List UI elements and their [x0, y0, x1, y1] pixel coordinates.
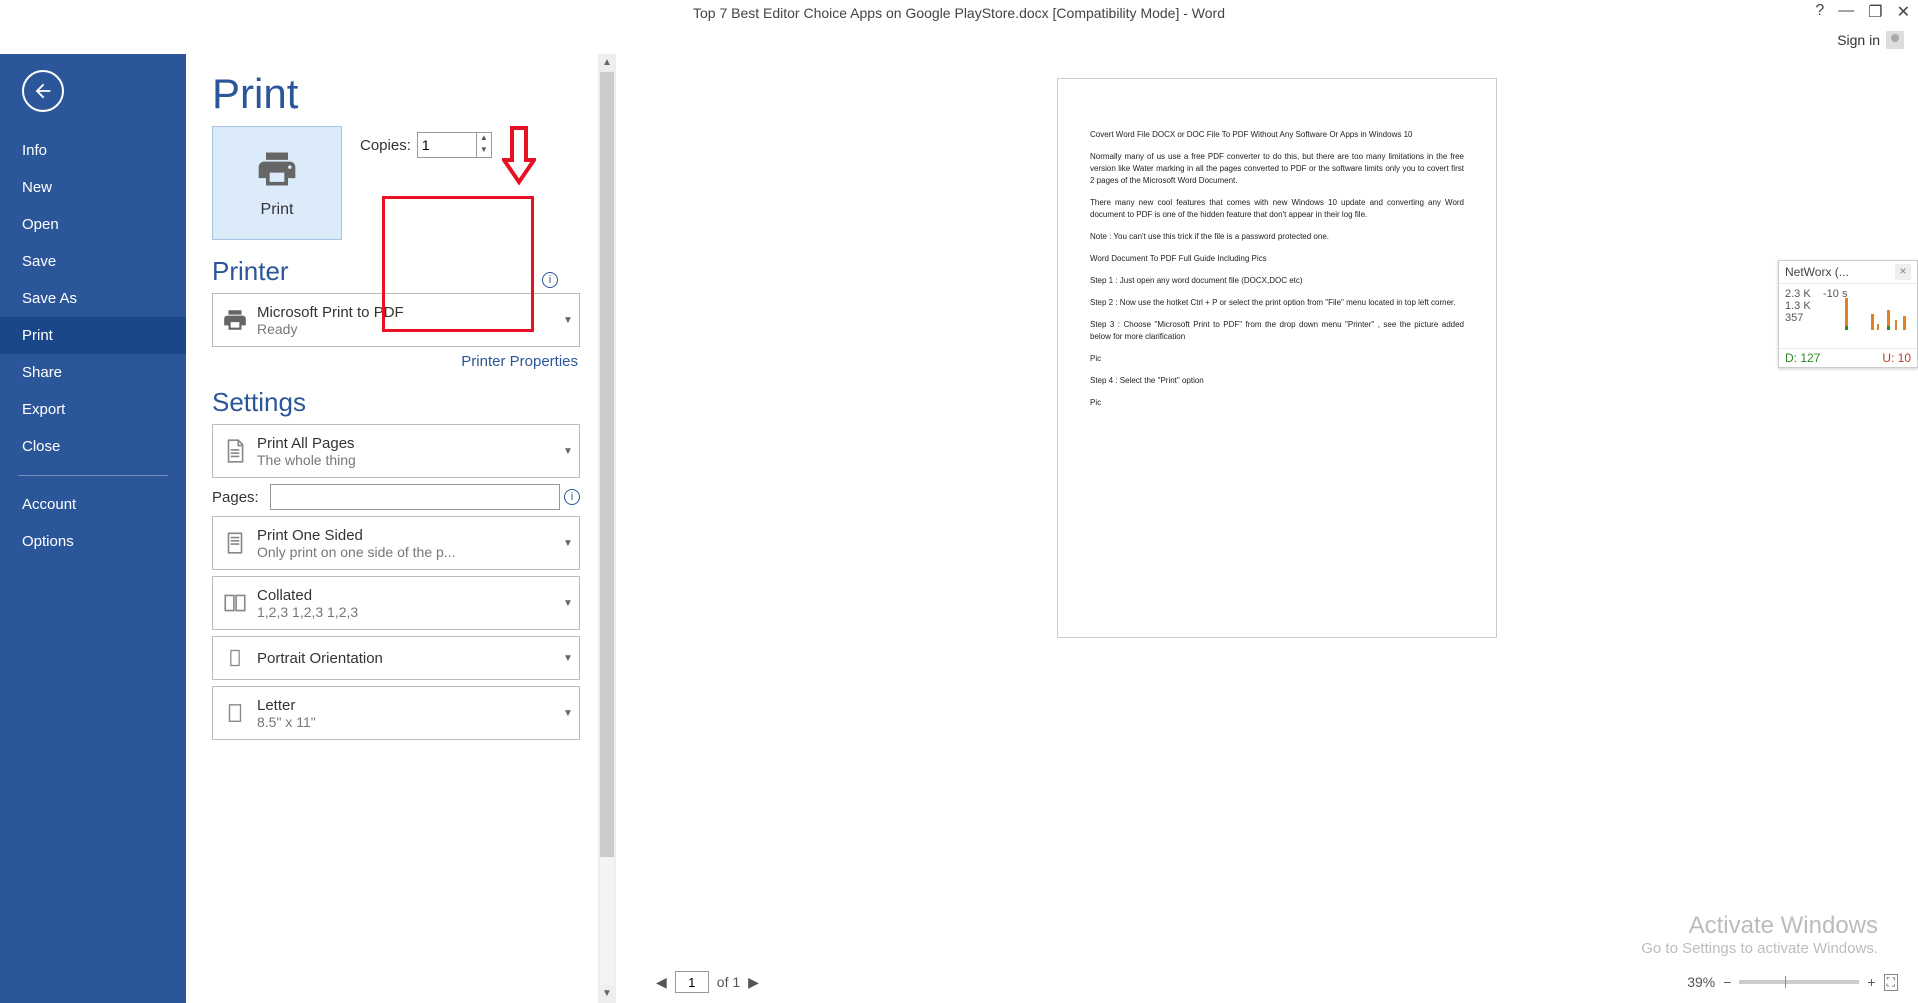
current-page-input[interactable] — [675, 971, 709, 993]
backstage-sidebar: Info New Open Save Save As Print Share E… — [0, 54, 186, 1003]
document-icon — [222, 436, 248, 466]
chevron-down-icon: ▼ — [557, 315, 579, 326]
paper-size-icon — [224, 699, 246, 727]
print-button-label: Print — [261, 201, 294, 219]
back-button[interactable] — [22, 70, 64, 112]
printer-selector[interactable]: Microsoft Print to PDF Ready ▼ — [212, 293, 580, 347]
sign-in-link[interactable]: Sign in — [1837, 32, 1880, 48]
close-icon[interactable]: ✕ — [1897, 2, 1910, 22]
networx-graph-icon — [1843, 290, 1913, 330]
print-button[interactable]: Print — [212, 126, 342, 240]
copies-label: Copies: — [360, 137, 411, 154]
print-options-panel: Print Print Copies: ▲▼ Printer — [186, 54, 596, 1003]
chevron-down-icon: ▼ — [557, 653, 579, 664]
avatar-icon[interactable] — [1886, 31, 1904, 49]
printer-device-icon — [219, 307, 251, 333]
setting-print-range[interactable]: Print All Pages The whole thing ▼ — [212, 424, 580, 478]
page-icon — [222, 528, 248, 558]
print-preview-area: Covert Word File DOCX or DOC File To PDF… — [616, 54, 1918, 1003]
title-bar: Top 7 Best Editor Choice Apps on Google … — [0, 0, 1918, 26]
printer-icon — [255, 147, 299, 191]
sidebar-item-close[interactable]: Close — [0, 428, 186, 465]
signin-row: Sign in — [0, 26, 1918, 54]
restore-icon[interactable]: ❐ — [1868, 2, 1882, 22]
chevron-down-icon: ▼ — [557, 446, 579, 457]
setting-paper-size[interactable]: Letter 8.5" x 11" ▼ — [212, 686, 580, 740]
window-controls: ? — ❐ ✕ — [1815, 2, 1910, 22]
networx-close-icon[interactable]: × — [1895, 264, 1911, 280]
sidebar-item-open[interactable]: Open — [0, 206, 186, 243]
minimize-icon[interactable]: — — [1838, 2, 1854, 22]
sidebar-item-info[interactable]: Info — [0, 132, 186, 169]
collate-icon — [220, 590, 250, 616]
networx-title: NetWorx (... — [1785, 265, 1849, 279]
setting-orientation[interactable]: Portrait Orientation ▼ — [212, 636, 580, 680]
networx-download: D: 127 — [1785, 351, 1820, 365]
copies-spinner[interactable]: ▲▼ — [477, 132, 492, 158]
activate-windows-watermark: Activate Windows Go to Settings to activ… — [1641, 912, 1878, 957]
help-icon[interactable]: ? — [1815, 2, 1824, 22]
pages-label: Pages: — [212, 489, 270, 506]
printer-status: Ready — [257, 321, 557, 337]
sidebar-item-account[interactable]: Account — [0, 486, 186, 523]
printer-properties-link[interactable]: Printer Properties — [461, 353, 578, 370]
pages-input[interactable] — [270, 484, 560, 510]
networx-upload: U: 10 — [1882, 351, 1911, 365]
prev-page-button[interactable]: ◀ — [656, 974, 667, 991]
sidebar-item-save[interactable]: Save — [0, 243, 186, 280]
zoom-level: 39% — [1687, 974, 1715, 990]
portrait-icon — [225, 645, 245, 671]
chevron-down-icon: ▼ — [557, 538, 579, 549]
document-title: Top 7 Best Editor Choice Apps on Google … — [693, 5, 1225, 21]
zoom-slider[interactable] — [1739, 980, 1859, 984]
printer-section-heading: Printer — [212, 256, 580, 287]
sidebar-item-options[interactable]: Options — [0, 523, 186, 560]
sidebar-item-share[interactable]: Share — [0, 354, 186, 391]
annotation-arrow-icon — [502, 126, 536, 186]
next-page-button[interactable]: ▶ — [748, 974, 759, 991]
sidebar-item-save-as[interactable]: Save As — [0, 280, 186, 317]
print-heading: Print — [212, 70, 580, 118]
preview-footer: ◀ of 1 ▶ 39% − + ⛶ — [656, 965, 1898, 999]
sidebar-item-print[interactable]: Print — [0, 317, 186, 354]
setting-collation[interactable]: Collated 1,2,3 1,2,3 1,2,3 ▼ — [212, 576, 580, 630]
preview-page: Covert Word File DOCX or DOC File To PDF… — [1057, 78, 1497, 638]
page-of-label: of 1 — [717, 974, 740, 990]
settings-scrollbar[interactable]: ▲ ▼ — [598, 54, 616, 1003]
copies-input[interactable] — [417, 132, 477, 158]
networx-widget[interactable]: NetWorx (... × 2.3 K 1.3 K 357 -10 s D: … — [1778, 260, 1918, 368]
zoom-fit-button[interactable]: ⛶ — [1884, 974, 1898, 991]
sidebar-separator — [18, 475, 168, 476]
zoom-out-button[interactable]: − — [1723, 974, 1731, 990]
settings-section-heading: Settings — [212, 387, 580, 418]
chevron-down-icon: ▼ — [557, 598, 579, 609]
chevron-down-icon: ▼ — [557, 708, 579, 719]
zoom-in-button[interactable]: + — [1867, 974, 1875, 990]
pages-info-icon[interactable]: i — [564, 489, 580, 505]
setting-sides[interactable]: Print One Sided Only print on one side o… — [212, 516, 580, 570]
sidebar-item-export[interactable]: Export — [0, 391, 186, 428]
printer-name: Microsoft Print to PDF — [257, 304, 557, 321]
printer-info-icon[interactable]: i — [542, 272, 558, 288]
sidebar-item-new[interactable]: New — [0, 169, 186, 206]
